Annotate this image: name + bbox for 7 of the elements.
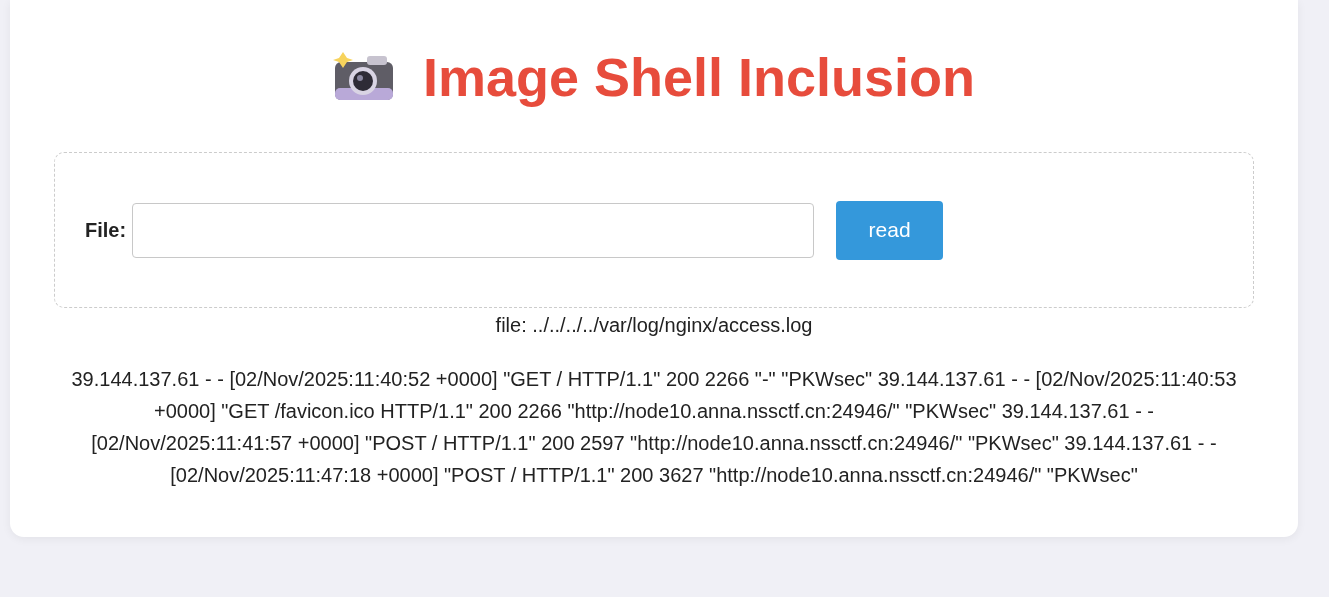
file-input[interactable] xyxy=(132,202,815,258)
log-output-text: 39.144.137.61 - - [02/Nov/2025:11:40:52 +0000] "GET / HTTP/1.1" 200 2266 "-" "PKWsec" 39.144.137.61 - - [02/Nov/2025:11:40:53 +0000] "GET /favicon.ico HTTP/1.1" 200 2266 "http://node10.anna.nssctf.cn:24946/" "PKWsec" 39.144.137.61 - - [02/Nov/2025:11:41:57 +0000] "POST / HTTP/1.1" 200 2597 "http://node10.anna.nssctf.cn:24946/" "PKWsec" 39.144.137.61 - - [02/Nov/2025:11:47:18 +0000] "POST / HTTP/1.1" 200 3627 "http://node10.anna.nssctf.cn:24946/" "PKWsec" xyxy=(70,367,1238,488)
file-label: File: xyxy=(85,218,127,242)
page-title: Image Shell Inclusion xyxy=(422,46,976,108)
read-button[interactable]: read xyxy=(836,200,944,260)
file-path-text: file: ../../../../var/log/nginx/access.log xyxy=(494,314,814,337)
camera-icon xyxy=(332,52,395,102)
